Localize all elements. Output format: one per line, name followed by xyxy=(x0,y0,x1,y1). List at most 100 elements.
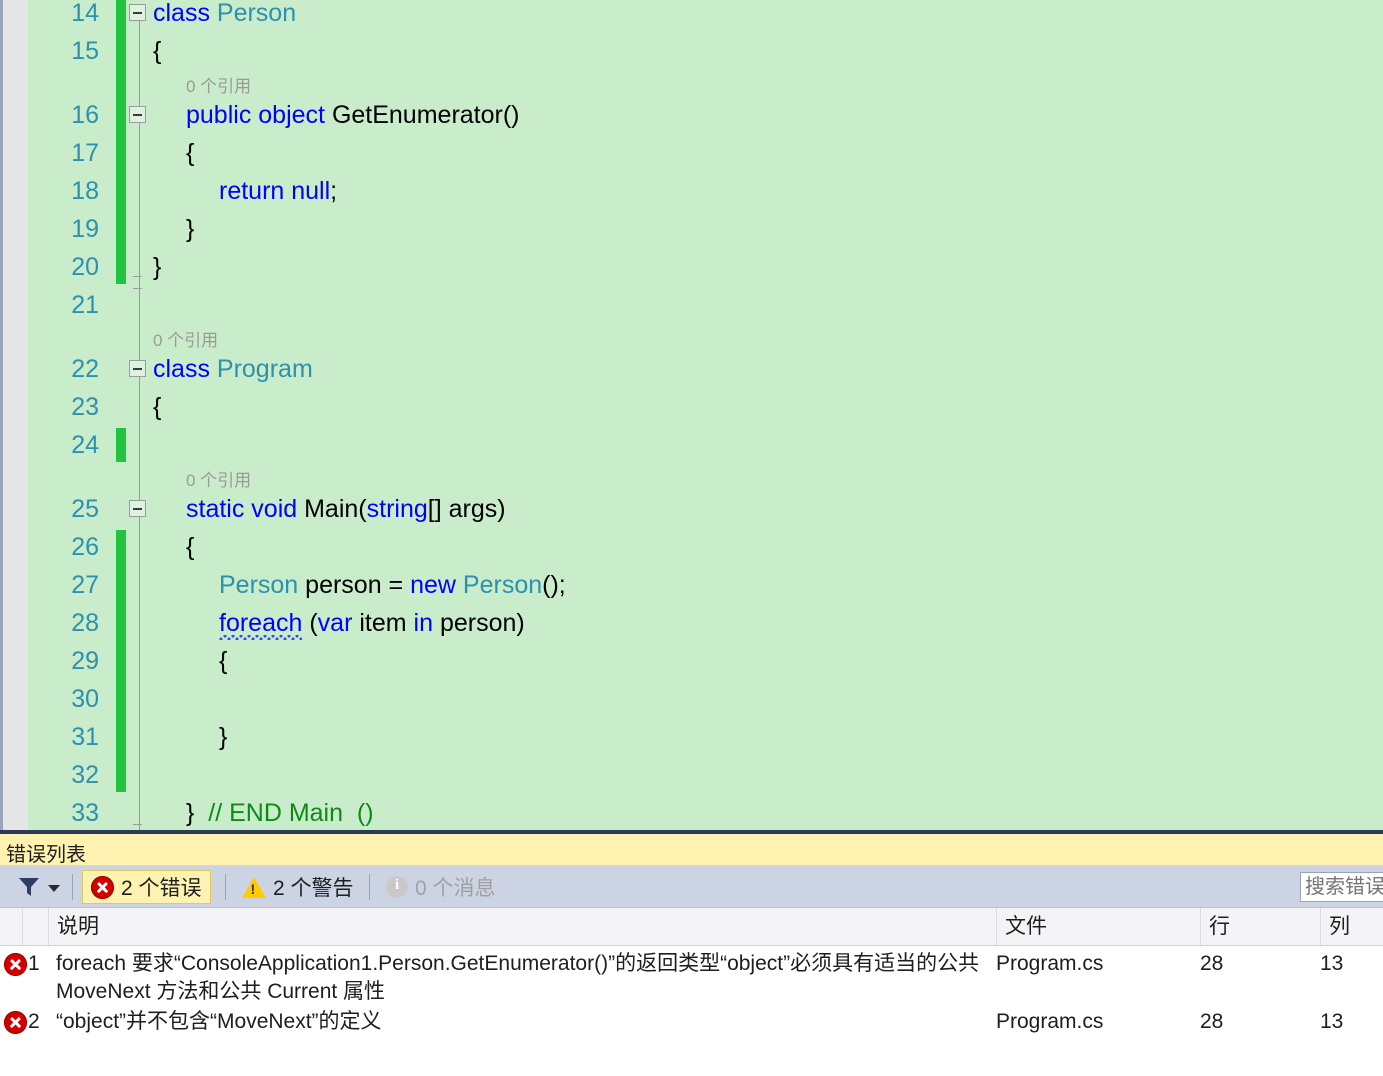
filter-icon[interactable] xyxy=(18,877,40,897)
code-editor[interactable]: 14 class Person 15{0 个引用 16 public object Ge… xyxy=(0,0,1383,834)
code-line[interactable]: public object GetEnumerator() xyxy=(186,96,520,134)
line-number: 22 xyxy=(71,355,99,383)
row-line: 28 xyxy=(1200,1010,1224,1033)
row-line: 28 xyxy=(1200,952,1224,975)
code-line[interactable]: { xyxy=(153,388,161,426)
error-list-title-bar: 错误列表 xyxy=(0,834,1383,866)
code-line[interactable]: } xyxy=(153,248,161,286)
line-number: 31 xyxy=(71,723,99,751)
line-number: 19 xyxy=(71,215,99,243)
code-line[interactable]: static void Main(string[] args) xyxy=(186,490,506,528)
code-token: person) xyxy=(433,609,525,637)
code-line[interactable]: { xyxy=(153,32,161,70)
filter-messages-button[interactable]: 0 个消息 xyxy=(378,870,504,904)
code-token: foreach xyxy=(219,609,303,637)
code-line[interactable]: return null; xyxy=(219,172,337,210)
warning-icon xyxy=(242,876,266,898)
error-list-column-header: 说明 文件 行 列 xyxy=(0,908,1383,946)
change-bar xyxy=(116,428,126,462)
change-bar xyxy=(116,530,126,792)
code-token: Person xyxy=(462,571,543,599)
code-line[interactable]: } xyxy=(186,210,194,248)
code-token: string xyxy=(366,495,428,523)
filter-messages-label: 0 个消息 xyxy=(415,877,496,900)
filter-errors-label: 2 个错误 xyxy=(121,877,202,900)
toolbar-separator xyxy=(225,874,226,900)
line-number: 26 xyxy=(71,533,99,561)
line-number: 33 xyxy=(71,799,99,827)
line-number: 18 xyxy=(71,177,99,205)
error-icon xyxy=(91,875,114,899)
row-index: 1 xyxy=(28,952,40,975)
code-token: } xyxy=(219,723,228,751)
row-file: Program.cs xyxy=(996,952,1104,975)
code-token: return null xyxy=(219,177,331,205)
code-token: } xyxy=(186,799,209,827)
collapse-toggle[interactable] xyxy=(129,4,146,21)
collapse-toggle[interactable] xyxy=(129,360,146,377)
line-number: 14 xyxy=(71,0,99,27)
code-token: item xyxy=(352,609,414,637)
code-line[interactable]: { xyxy=(186,528,194,566)
code-line[interactable]: } // END Main () xyxy=(186,794,374,832)
outlining-guide-line xyxy=(139,14,140,834)
code-line[interactable]: class Person xyxy=(153,0,296,32)
row-column: 13 xyxy=(1320,952,1344,975)
code-token: var xyxy=(317,609,353,637)
code-token: public object xyxy=(186,101,332,129)
search-input[interactable] xyxy=(1301,873,1383,901)
line-number: 21 xyxy=(71,291,99,319)
filter-errors-button[interactable]: 2 个错误 xyxy=(82,870,211,904)
code-token: class xyxy=(153,0,217,27)
line-number: 30 xyxy=(71,685,99,713)
info-icon xyxy=(386,876,408,898)
collapse-toggle[interactable] xyxy=(129,106,146,123)
toolbar-separator xyxy=(72,874,73,900)
code-token: Person xyxy=(216,0,297,27)
error-icon xyxy=(4,1011,27,1034)
error-icon xyxy=(4,953,27,976)
code-line[interactable]: { xyxy=(219,642,227,680)
code-token: GetEnumerator() xyxy=(331,101,520,129)
outlining-end-tick xyxy=(133,288,142,289)
change-bar xyxy=(116,0,126,284)
code-token: static void xyxy=(186,495,305,523)
code-line[interactable]: Person person = new Person(); xyxy=(219,566,566,604)
line-number: 15 xyxy=(71,37,99,65)
code-token: [] args) xyxy=(427,495,506,523)
filter-warnings-label: 2 个警告 xyxy=(273,877,354,900)
filter-warnings-button[interactable]: 2 个警告 xyxy=(234,870,362,904)
line-number: 25 xyxy=(71,495,99,523)
search-box[interactable] xyxy=(1300,872,1383,902)
code-line[interactable]: foreach (var item in person) xyxy=(219,604,525,642)
line-number: 27 xyxy=(71,571,99,599)
column-header-desc[interactable]: 说明 xyxy=(48,908,996,945)
row-index: 2 xyxy=(28,1010,40,1033)
chevron-down-icon[interactable] xyxy=(48,885,60,892)
code-token: { xyxy=(186,533,195,561)
code-token: { xyxy=(219,647,228,675)
row-file: Program.cs xyxy=(996,1010,1104,1033)
code-line[interactable]: } xyxy=(219,718,227,756)
code-token: ( xyxy=(302,609,318,637)
row-description: foreach 要求“ConsoleApplication1.Person.Ge… xyxy=(56,952,980,1003)
code-token: // END Main () xyxy=(208,799,374,827)
error-list-title: 错误列表 xyxy=(6,844,86,866)
column-header-spacer xyxy=(22,908,48,945)
row-column: 13 xyxy=(1320,1010,1344,1033)
line-number: 24 xyxy=(71,431,99,459)
line-number: 16 xyxy=(71,101,99,129)
code-token: in xyxy=(413,609,433,637)
column-header-line[interactable]: 行 xyxy=(1200,908,1320,945)
column-header-col[interactable]: 列 xyxy=(1320,908,1383,945)
error-list-panel: 错误列表 2 个错误 2 个警告 0 个消息 说明 文件 行 列 xyxy=(0,834,1383,1076)
code-line[interactable]: class Program xyxy=(153,350,313,388)
column-header-file[interactable]: 文件 xyxy=(996,908,1200,945)
code-token: { xyxy=(153,37,162,65)
collapse-toggle[interactable] xyxy=(129,500,146,517)
line-number: 29 xyxy=(71,647,99,675)
code-token: { xyxy=(186,139,195,167)
code-token: (); xyxy=(542,571,566,599)
line-number: 28 xyxy=(71,609,99,637)
code-line[interactable]: { xyxy=(186,134,194,172)
